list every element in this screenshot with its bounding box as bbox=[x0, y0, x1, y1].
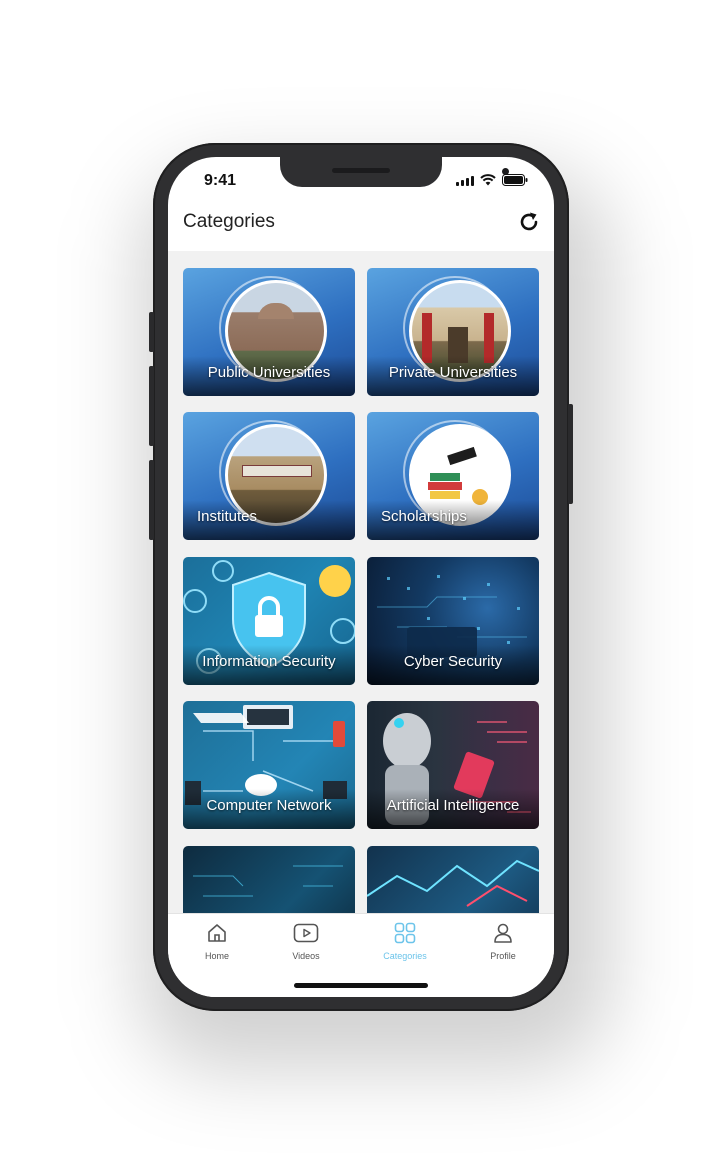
home-icon bbox=[208, 924, 226, 942]
tab-profile[interactable]: Profile bbox=[468, 922, 538, 961]
phone-screen: 9:41 Categories Public Universities Priv… bbox=[168, 157, 554, 997]
tab-home-label: Home bbox=[204, 951, 229, 961]
category-label: Computer Network bbox=[206, 797, 332, 814]
data-graph-image bbox=[367, 859, 539, 907]
signal-icon bbox=[456, 176, 474, 186]
category-label: Private Universities bbox=[388, 364, 518, 381]
category-card-private-universities[interactable]: Private Universities bbox=[367, 268, 539, 396]
category-label: Information Security bbox=[202, 653, 336, 670]
volume-down-button bbox=[149, 460, 154, 540]
category-card-artificial-intelligence[interactable]: Artificial Intelligence bbox=[367, 701, 539, 829]
categories-grid: Public Universities Private Universities… bbox=[168, 251, 554, 913]
tab-videos[interactable]: Videos bbox=[271, 922, 341, 961]
home-indicator bbox=[294, 983, 428, 988]
tab-profile-label: Profile bbox=[490, 951, 516, 961]
category-card-institutes[interactable]: Institutes bbox=[183, 412, 355, 540]
grid-icon bbox=[394, 922, 416, 944]
category-card-cyber-security[interactable]: Cyber Security bbox=[367, 557, 539, 685]
tab-home[interactable]: Home bbox=[182, 922, 252, 961]
mute-switch bbox=[149, 312, 154, 352]
video-icon bbox=[293, 923, 319, 943]
refresh-icon[interactable] bbox=[516, 209, 542, 235]
tab-categories[interactable]: Categories bbox=[370, 922, 440, 961]
category-card-scholarships[interactable]: Scholarships bbox=[367, 412, 539, 540]
category-label: Artificial Intelligence bbox=[386, 797, 520, 814]
volume-up-button bbox=[149, 366, 154, 446]
category-card-computer-network[interactable]: Computer Network bbox=[183, 701, 355, 829]
page-title: Categories bbox=[183, 211, 275, 232]
category-label: Cyber Security bbox=[403, 653, 503, 670]
category-label: Scholarships bbox=[381, 508, 467, 525]
category-card-partial-left[interactable] bbox=[183, 846, 355, 913]
category-label: Public Universities bbox=[207, 364, 331, 381]
status-icons bbox=[456, 174, 528, 186]
app-header: Categories bbox=[168, 203, 554, 251]
category-card-information-security[interactable]: Information Security bbox=[183, 557, 355, 685]
power-button bbox=[568, 404, 573, 504]
tab-categories-label: Categories bbox=[383, 951, 427, 961]
notch bbox=[280, 157, 509, 187]
speaker bbox=[332, 168, 390, 173]
category-card-partial-right[interactable] bbox=[367, 846, 539, 913]
category-card-public-universities[interactable]: Public Universities bbox=[183, 268, 355, 396]
battery-icon bbox=[502, 174, 528, 186]
wifi-icon bbox=[480, 174, 496, 186]
category-label: Institutes bbox=[197, 508, 258, 525]
status-time: 9:41 bbox=[204, 172, 237, 189]
circuit-pattern-image bbox=[193, 865, 343, 897]
user-icon bbox=[494, 923, 512, 943]
tab-videos-label: Videos bbox=[292, 951, 320, 961]
